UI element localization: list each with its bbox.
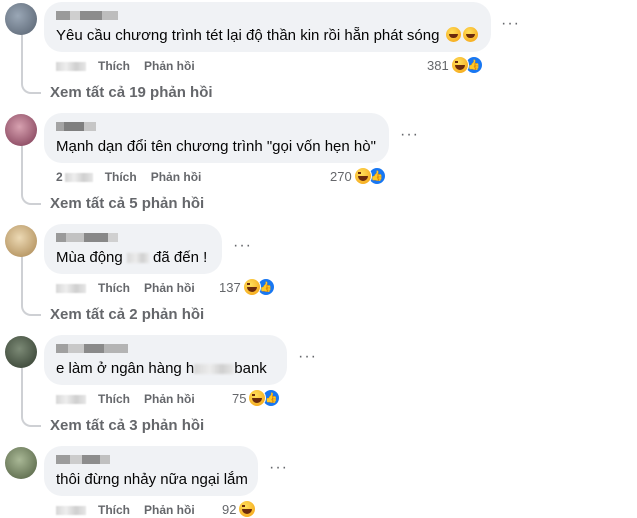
more-options-icon[interactable]: ··· bbox=[233, 238, 252, 254]
haha-reaction-icon bbox=[238, 500, 257, 518]
comment-actions: Thích Phản hồi bbox=[56, 392, 209, 406]
avatar[interactable] bbox=[5, 3, 37, 35]
thread-elbow bbox=[21, 302, 41, 316]
comment-text: e làm ở ngân hàng h bank bbox=[56, 360, 267, 377]
view-replies-link[interactable]: Xem tất cả 2 phản hồi bbox=[50, 306, 204, 324]
thread-line bbox=[21, 366, 23, 416]
like-button[interactable]: Thích bbox=[98, 392, 130, 406]
like-button[interactable]: Thích bbox=[105, 170, 137, 184]
reply-button[interactable]: Phản hồi bbox=[144, 59, 195, 73]
comment-bubble: Yêu cầu chương trình tét lại độ thần kin… bbox=[44, 2, 491, 52]
comment-actions: Thích Phản hồi bbox=[56, 281, 209, 295]
reaction-count: 92 bbox=[222, 501, 237, 517]
like-button[interactable]: Thích bbox=[98, 281, 130, 295]
thread-elbow bbox=[21, 80, 41, 94]
thread-elbow bbox=[21, 191, 41, 205]
reply-button[interactable]: Phản hồi bbox=[144, 392, 195, 406]
timestamp: 2 bbox=[56, 170, 63, 184]
thread-line bbox=[21, 34, 23, 83]
timestamp-redacted bbox=[56, 62, 86, 72]
reply-button[interactable]: Phản hồi bbox=[144, 503, 195, 517]
view-replies-link[interactable]: Xem tất cả 19 phản hồi bbox=[50, 84, 213, 102]
author-name-redacted[interactable] bbox=[56, 231, 210, 244]
timestamp-redacted bbox=[56, 284, 86, 294]
redacted-word bbox=[126, 253, 149, 264]
reply-button[interactable]: Phản hồi bbox=[144, 281, 195, 295]
reaction-count: 75 bbox=[232, 390, 247, 406]
thread-line bbox=[21, 144, 23, 194]
like-button[interactable]: Thích bbox=[98, 59, 130, 73]
comment-text: Mùa động đã đến ! bbox=[56, 249, 208, 266]
timestamp-redacted bbox=[56, 506, 86, 516]
reaction-summary[interactable]: 75 👍 bbox=[232, 389, 281, 407]
comment-text: Yêu cầu chương trình tét lại độ thần kin… bbox=[56, 26, 479, 45]
reply-button[interactable]: Phản hồi bbox=[151, 170, 202, 184]
more-options-icon[interactable]: ··· bbox=[400, 127, 419, 143]
comment-actions: Thích Phản hồi bbox=[56, 503, 209, 517]
haha-reaction-icon bbox=[353, 167, 372, 185]
haha-reaction-icon bbox=[242, 278, 261, 296]
more-options-icon[interactable]: ··· bbox=[298, 349, 317, 365]
haha-reaction-icon bbox=[450, 56, 469, 74]
reaction-summary[interactable]: 137 👍 bbox=[219, 278, 275, 296]
timestamp-redacted bbox=[64, 173, 93, 183]
redacted-word bbox=[194, 364, 235, 375]
reaction-count: 270 bbox=[330, 168, 352, 184]
comment-bubble: e làm ở ngân hàng h bank bbox=[44, 335, 287, 385]
avatar[interactable] bbox=[5, 336, 37, 368]
comment-text: Mạnh dạn đổi tên chương trình "gọi vốn h… bbox=[56, 138, 376, 155]
comment-text: thôi đừng nhảy nữa ngại lắm bbox=[56, 471, 248, 488]
author-name-redacted[interactable] bbox=[56, 453, 246, 466]
more-options-icon[interactable]: ··· bbox=[269, 460, 288, 476]
view-replies-link[interactable]: Xem tất cả 5 phản hồi bbox=[50, 195, 204, 213]
avatar[interactable] bbox=[5, 225, 37, 257]
timestamp-redacted bbox=[56, 395, 86, 405]
avatar[interactable] bbox=[5, 447, 37, 479]
reaction-summary[interactable]: 381 👍 bbox=[427, 56, 483, 74]
thread-elbow bbox=[21, 413, 41, 427]
more-options-icon[interactable]: ··· bbox=[501, 16, 520, 32]
like-button[interactable]: Thích bbox=[98, 503, 130, 517]
reaction-summary[interactable]: 92 bbox=[222, 500, 257, 518]
view-replies-link[interactable]: Xem tất cả 3 phản hồi bbox=[50, 417, 204, 435]
author-name-redacted[interactable] bbox=[56, 9, 479, 22]
reaction-summary[interactable]: 270 👍 bbox=[330, 167, 386, 185]
author-name-redacted[interactable] bbox=[56, 342, 275, 355]
comment-actions: 2 Thích Phản hồi bbox=[56, 170, 215, 184]
grinning-emoji-icon bbox=[462, 27, 478, 42]
author-name-redacted[interactable] bbox=[56, 120, 377, 133]
comment-section: Yêu cầu chương trình tét lại độ thần kin… bbox=[0, 0, 637, 518]
reaction-count: 137 bbox=[219, 279, 241, 295]
comment-actions: Thích Phản hồi bbox=[56, 59, 209, 73]
comment-bubble: Mạnh dạn đổi tên chương trình "gọi vốn h… bbox=[44, 113, 389, 163]
avatar[interactable] bbox=[5, 114, 37, 146]
reaction-count: 381 bbox=[427, 57, 449, 73]
comment-bubble: Mùa động đã đến ! bbox=[44, 224, 222, 274]
thread-line bbox=[21, 256, 23, 305]
grinning-emoji-icon bbox=[445, 27, 461, 42]
comment-bubble: thôi đừng nhảy nữa ngại lắm bbox=[44, 446, 258, 496]
